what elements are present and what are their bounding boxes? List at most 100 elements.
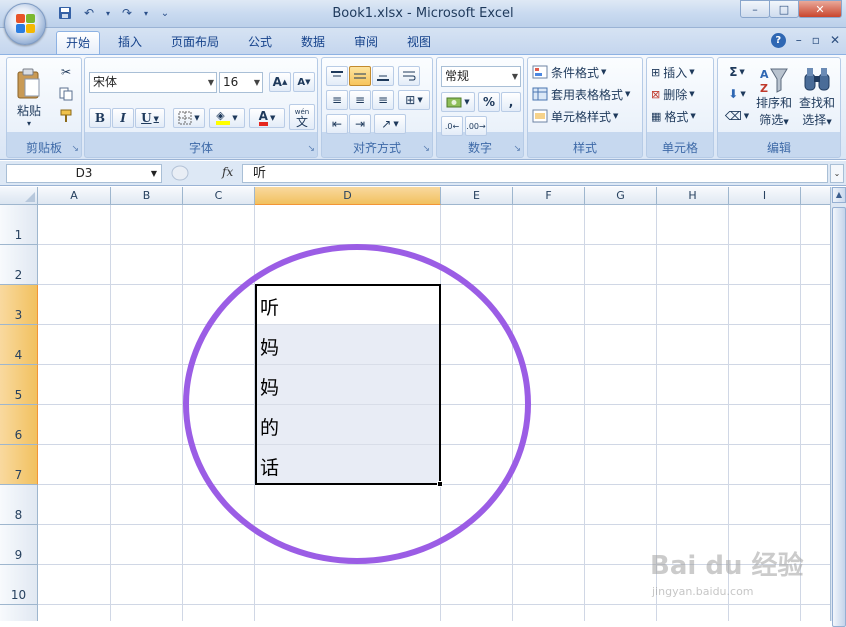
column-header-d[interactable]: D <box>255 187 441 205</box>
row-header-10[interactable]: 10 <box>0 565 38 605</box>
wrap-text-button[interactable] <box>398 66 420 86</box>
column-header-f[interactable]: F <box>513 187 585 205</box>
expand-formula-bar-icon[interactable]: ⌄ <box>830 164 844 183</box>
insert-cells-button[interactable]: ⊞ 插入 ▼ <box>651 62 695 82</box>
tab-page-layout[interactable]: 页面布局 <box>160 31 230 54</box>
borders-button[interactable]: ▼ <box>173 108 205 128</box>
column-header-b[interactable]: B <box>111 187 183 205</box>
underline-button[interactable]: U ▼ <box>135 108 165 128</box>
row-header-9[interactable]: 9 <box>0 525 38 565</box>
column-header-c[interactable]: C <box>183 187 255 205</box>
decrease-indent-button[interactable]: ⇤ <box>326 114 348 134</box>
clear-button[interactable]: ⌫ ▼ <box>722 106 752 126</box>
tab-home[interactable]: 开始 <box>56 31 100 54</box>
tab-view[interactable]: 视图 <box>396 31 442 54</box>
row-header-6[interactable]: 6 <box>0 405 38 445</box>
scroll-up-icon[interactable]: ▲ <box>832 187 846 203</box>
number-format-value: 常规 <box>445 69 470 83</box>
cell-styles-icon <box>532 109 548 123</box>
vertical-scrollbar[interactable]: ▲ <box>830 187 846 627</box>
find-select-button[interactable]: 查找和 选择▼ <box>796 62 838 132</box>
number-format-combo[interactable]: 常规 ▼ <box>441 66 521 87</box>
align-bottom-button[interactable] <box>372 66 394 86</box>
align-center-button[interactable]: ≡ <box>349 90 371 110</box>
ribbon-minimize-icon[interactable]: – <box>796 33 802 48</box>
name-box[interactable]: D3 ▼ <box>6 164 162 183</box>
increase-indent-button[interactable]: ⇥ <box>349 114 371 134</box>
ribbon-restore-icon[interactable]: ▫ <box>812 33 820 48</box>
align-middle-button[interactable] <box>349 66 371 86</box>
tab-data[interactable]: 数据 <box>290 31 336 54</box>
tab-review[interactable]: 审阅 <box>344 31 388 54</box>
title-bar: ↶ ▾ ↷ ▾ ⌄ Book1.xlsx - Microsoft Excel –… <box>0 0 846 28</box>
copy-icon[interactable] <box>57 86 75 102</box>
sort-filter-button[interactable]: AZ 排序和 筛选▼ <box>754 62 794 132</box>
fill-button[interactable]: ⬇ ▼ <box>722 84 752 104</box>
conditional-formatting-button[interactable]: 条件格式 ▼ <box>532 62 606 82</box>
paste-button[interactable]: 粘贴 ▾ <box>13 62 45 134</box>
format-painter-icon[interactable] <box>57 108 75 124</box>
clipboard-launcher-icon[interactable]: ↘ <box>71 144 79 154</box>
watermark-url: jingyan.baidu.com <box>652 585 754 598</box>
select-all-button[interactable] <box>0 187 38 205</box>
row-header-3[interactable]: 3 <box>0 285 38 325</box>
cell-styles-label: 单元格样式 <box>551 109 612 124</box>
insert-function-button[interactable]: fx <box>222 165 233 179</box>
maximize-button[interactable]: □ <box>769 0 799 18</box>
autosum-button[interactable]: Σ ▼ <box>722 62 752 82</box>
row-header-11[interactable] <box>0 605 38 621</box>
column-header-a[interactable]: A <box>38 187 111 205</box>
bold-icon: B <box>94 111 106 125</box>
minimize-button[interactable]: – <box>740 0 770 18</box>
phonetic-guide-button[interactable]: wén 文 <box>289 104 315 130</box>
fill-color-button[interactable]: ◈ ▼ <box>209 108 245 128</box>
number-launcher-icon[interactable]: ↘ <box>513 144 521 154</box>
scroll-thumb[interactable] <box>832 207 846 627</box>
comma-button[interactable]: , <box>501 92 521 112</box>
grow-font-button[interactable]: A ▲ <box>269 72 291 92</box>
shrink-font-icon: A <box>297 76 306 88</box>
format-as-table-button[interactable]: 套用表格格式 ▼ <box>532 84 630 104</box>
percent-button[interactable]: % <box>478 92 500 112</box>
formula-input[interactable]: 听 <box>242 164 828 183</box>
row-header-8[interactable]: 8 <box>0 485 38 525</box>
font-name-combo[interactable]: 宋体 ▼ <box>89 72 217 93</box>
office-button[interactable] <box>4 3 46 45</box>
italic-button[interactable]: I <box>112 108 134 128</box>
align-left-button[interactable]: ≡ <box>326 90 348 110</box>
format-cells-button[interactable]: ▦ 格式 ▼ <box>651 106 696 126</box>
column-header-g[interactable]: G <box>585 187 657 205</box>
accounting-format-button[interactable]: ▼ <box>441 92 475 112</box>
font-size-combo[interactable]: 16 ▼ <box>219 72 263 93</box>
bold-button[interactable]: B <box>89 108 111 128</box>
align-top-button[interactable] <box>326 66 348 86</box>
ribbon-close-icon[interactable]: ✕ <box>830 33 840 48</box>
column-header-e[interactable]: E <box>441 187 513 205</box>
orientation-button[interactable]: ↗ ▼ <box>374 114 406 134</box>
column-header-i[interactable]: I <box>729 187 801 205</box>
font-color-button[interactable]: A ▼ <box>249 108 285 128</box>
column-header-h[interactable]: H <box>657 187 729 205</box>
merge-center-button[interactable]: ⊞ ▼ <box>398 90 430 110</box>
ribbon: 粘贴 ▾ ✂ 剪贴板 ↘ 宋体 ▼ 16 ▼ A ▲ A ▼ B I U ▼ ▼… <box>0 54 846 160</box>
align-right-button[interactable]: ≡ <box>372 90 394 110</box>
alignment-launcher-icon[interactable]: ↘ <box>422 144 430 154</box>
decrease-decimal-button[interactable]: .00→ <box>465 116 487 136</box>
row-header-1[interactable]: 1 <box>0 205 38 245</box>
font-launcher-icon[interactable]: ↘ <box>307 144 315 154</box>
cut-icon[interactable]: ✂ <box>57 64 75 80</box>
row-header-7[interactable]: 7 <box>0 445 38 485</box>
cell-styles-button[interactable]: 单元格样式 ▼ <box>532 106 618 126</box>
row-header-5[interactable]: 5 <box>0 365 38 405</box>
delete-cells-button[interactable]: ⊠ 删除 ▼ <box>651 84 695 104</box>
tab-insert[interactable]: 插入 <box>108 31 152 54</box>
row-header-2[interactable]: 2 <box>0 245 38 285</box>
tab-formulas[interactable]: 公式 <box>238 31 282 54</box>
help-icon[interactable]: ? <box>770 33 786 48</box>
alignment-group: ≡ ≡ ≡ ⊞ ▼ ⇤ ⇥ ↗ ▼ 对齐方式 ↘ <box>321 57 433 158</box>
shrink-font-button[interactable]: A ▼ <box>293 72 315 92</box>
row-header-4[interactable]: 4 <box>0 325 38 365</box>
close-button[interactable]: ✕ <box>798 0 842 18</box>
column-header-j[interactable] <box>801 187 830 205</box>
increase-decimal-button[interactable]: .0← <box>441 116 463 136</box>
